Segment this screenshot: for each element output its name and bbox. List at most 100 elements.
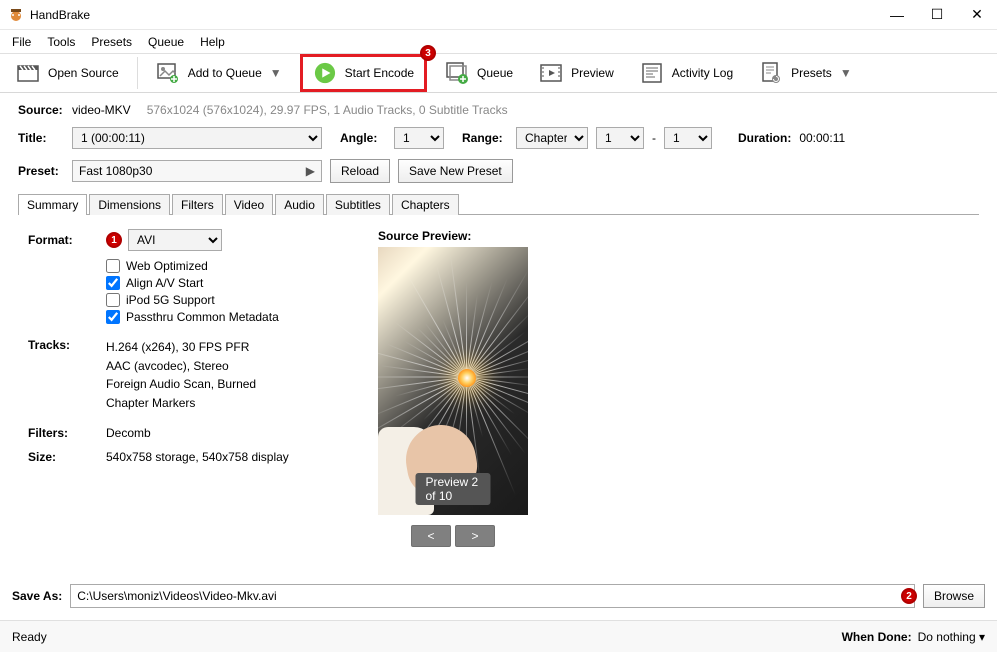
range-separator: -	[652, 131, 656, 145]
add-to-queue-button[interactable]: Add to Queue ▼	[148, 57, 290, 89]
duration-label: Duration:	[738, 131, 791, 145]
track-line: Foreign Audio Scan, Burned	[106, 375, 256, 394]
source-info: 576x1024 (576x1024), 29.97 FPS, 1 Audio …	[147, 103, 508, 117]
range-type-select[interactable]: Chapters	[516, 127, 588, 149]
title-label: Title:	[18, 131, 64, 145]
title-select[interactable]: 1 (00:00:11)	[72, 127, 322, 149]
checkbox-passthru-meta[interactable]: Passthru Common Metadata	[106, 310, 338, 324]
track-line: H.264 (x264), 30 FPS PFR	[106, 338, 256, 357]
format-select[interactable]: AVI	[128, 229, 222, 251]
menu-file[interactable]: File	[4, 33, 39, 51]
annotation-badge-3: 3	[420, 45, 436, 61]
close-button[interactable]: ✕	[957, 0, 997, 30]
annotation-badge-2: 2	[901, 588, 917, 604]
preview-heading: Source Preview:	[378, 229, 528, 243]
presets-button[interactable]: Presets ▼	[751, 57, 860, 89]
tabs: Summary Dimensions Filters Video Audio S…	[18, 193, 979, 557]
filters-value: Decomb	[106, 426, 151, 440]
image-plus-icon	[156, 61, 180, 85]
queue-label: Queue	[477, 66, 513, 80]
source-name: video-MKV	[72, 103, 131, 117]
tab-panel-summary: Format: 1 AVI Web Optimized Align A/V St…	[18, 215, 979, 557]
open-source-label: Open Source	[48, 66, 119, 80]
app-icon	[8, 7, 24, 23]
statusbar: Ready When Done: Do nothing ▾	[0, 620, 997, 652]
source-row: Source: video-MKV 576x1024 (576x1024), 2…	[18, 103, 979, 117]
maximize-button[interactable]: ☐	[917, 0, 957, 30]
queue-button[interactable]: Queue	[437, 57, 521, 89]
range-from-select[interactable]: 1	[596, 127, 644, 149]
toolbar: Open Source Add to Queue ▼ Start Encode …	[0, 53, 997, 93]
window-title: HandBrake	[30, 8, 877, 22]
minimize-button[interactable]: —	[877, 0, 917, 30]
preview-counter: Preview 2 of 10	[416, 473, 491, 505]
dropdown-arrow-icon: ▼	[270, 66, 282, 80]
tracks-label: Tracks:	[28, 338, 106, 352]
size-value: 540x758 storage, 540x758 display	[106, 450, 289, 464]
track-line: AAC (avcodec), Stereo	[106, 357, 256, 376]
preset-row: Preset: Fast 1080p30 ▶ Reload Save New P…	[18, 159, 979, 183]
track-line: Chapter Markers	[106, 394, 256, 413]
range-to-select[interactable]: 1	[664, 127, 712, 149]
dropdown-arrow-icon: ▼	[840, 66, 852, 80]
activity-log-button[interactable]: Activity Log	[632, 57, 741, 89]
menu-queue[interactable]: Queue	[140, 33, 192, 51]
preset-select[interactable]: Fast 1080p30 ▶	[72, 160, 322, 182]
save-as-row: Save As: 2 Browse	[0, 584, 997, 608]
preview-prev-button[interactable]: <	[411, 525, 451, 547]
tab-subtitles[interactable]: Subtitles	[326, 194, 390, 215]
menu-tools[interactable]: Tools	[39, 33, 83, 51]
size-label: Size:	[28, 450, 106, 464]
preview-label: Preview	[571, 66, 614, 80]
filters-label: Filters:	[28, 426, 106, 440]
presets-icon	[759, 61, 783, 85]
clapperboard-icon	[16, 61, 40, 85]
tab-filters[interactable]: Filters	[172, 194, 223, 215]
tab-dimensions[interactable]: Dimensions	[89, 194, 170, 215]
add-to-queue-label: Add to Queue	[188, 66, 262, 80]
save-new-preset-button[interactable]: Save New Preset	[398, 159, 513, 183]
tab-summary[interactable]: Summary	[18, 194, 87, 215]
open-source-button[interactable]: Open Source	[8, 57, 127, 89]
tab-video[interactable]: Video	[225, 194, 273, 215]
log-icon	[640, 61, 664, 85]
presets-label: Presets	[791, 66, 832, 80]
preview-icon	[539, 61, 563, 85]
checkbox-ipod[interactable]: iPod 5G Support	[106, 293, 338, 307]
when-done-label: When Done:	[842, 630, 912, 644]
activity-log-label: Activity Log	[672, 66, 733, 80]
menubar: File Tools Presets Queue Help	[0, 30, 997, 53]
title-row: Title: 1 (00:00:11) Angle: 1 Range: Chap…	[18, 127, 979, 149]
checkbox-align-av[interactable]: Align A/V Start	[106, 276, 338, 290]
toolbar-separator	[137, 57, 138, 89]
browse-button[interactable]: Browse	[923, 584, 985, 608]
tab-audio[interactable]: Audio	[275, 194, 324, 215]
menu-help[interactable]: Help	[192, 33, 233, 51]
save-as-input[interactable]	[70, 584, 915, 608]
preview-next-button[interactable]: >	[455, 525, 495, 547]
tracks-list: H.264 (x264), 30 FPS PFR AAC (avcodec), …	[106, 338, 256, 412]
tabstrip: Summary Dimensions Filters Video Audio S…	[18, 193, 979, 215]
preview-button[interactable]: Preview	[531, 57, 622, 89]
reload-button[interactable]: Reload	[330, 159, 390, 183]
menu-presets[interactable]: Presets	[83, 33, 140, 51]
queue-icon	[445, 61, 469, 85]
annotation-badge-1: 1	[106, 232, 122, 248]
format-label: Format:	[28, 233, 106, 247]
window-titlebar: HandBrake — ☐ ✕	[0, 0, 997, 30]
start-encode-button[interactable]: Start Encode	[300, 54, 427, 92]
checkbox-web-optimized[interactable]: Web Optimized	[106, 259, 338, 273]
preset-label: Preset:	[18, 164, 64, 178]
start-encode-label: Start Encode	[345, 66, 414, 80]
content-area: Source: video-MKV 576x1024 (576x1024), 2…	[0, 93, 997, 557]
tab-chapters[interactable]: Chapters	[392, 194, 459, 215]
source-label: Source:	[18, 103, 64, 117]
play-arrow-icon: ▶	[306, 164, 315, 178]
angle-select[interactable]: 1	[394, 127, 444, 149]
play-icon	[313, 61, 337, 85]
status-text: Ready	[12, 630, 47, 644]
range-label: Range:	[462, 131, 508, 145]
when-done-select[interactable]: Do nothing ▾	[918, 630, 985, 644]
preset-value: Fast 1080p30	[79, 164, 152, 178]
save-as-label: Save As:	[12, 589, 62, 603]
